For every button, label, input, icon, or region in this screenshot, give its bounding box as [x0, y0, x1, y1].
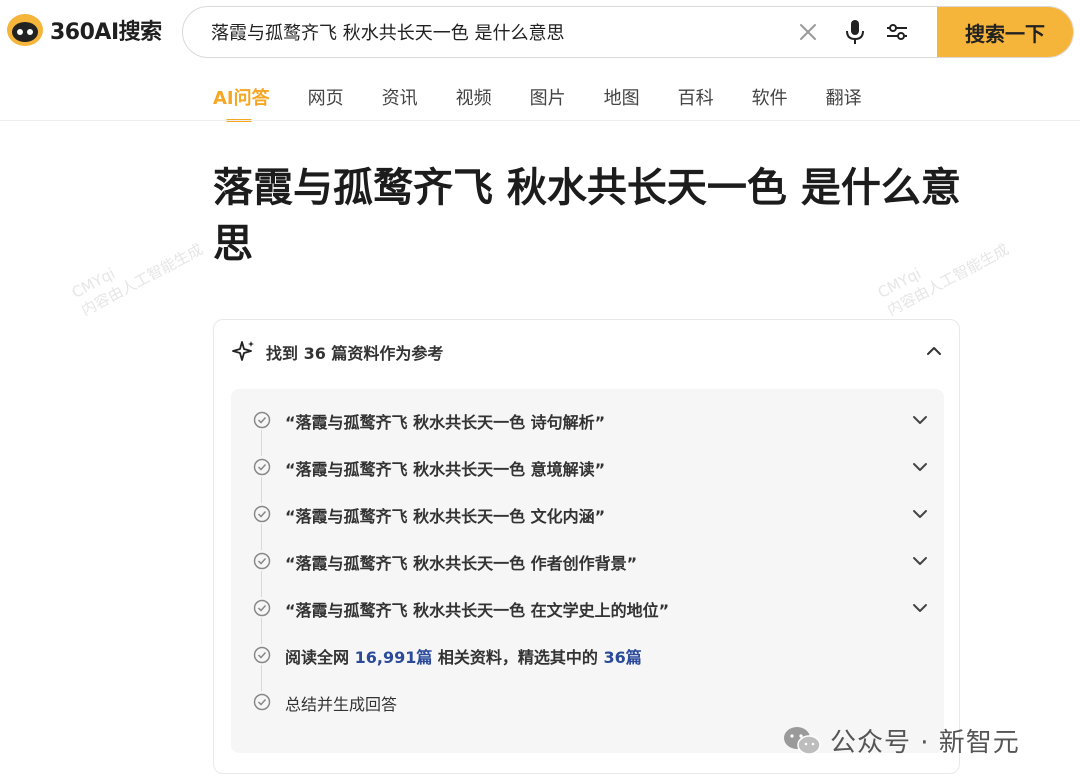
- tab-software[interactable]: 软件: [752, 84, 788, 120]
- search-step[interactable]: “落霞与孤鹜齐飞 秋水共长天一色 作者创作背景”: [231, 546, 944, 597]
- page: 360AI搜索 搜索一下 AI问答 网页 资讯 视频 图片 地图 百科 软件 翻…: [0, 0, 1080, 783]
- search-box: 搜索一下: [182, 6, 1074, 58]
- step-label: “落霞与孤鹜齐飞 秋水共长天一色 意境解读”: [285, 460, 606, 479]
- brand-logo[interactable]: 360AI搜索: [6, 12, 162, 48]
- search-steps-panel: “落霞与孤鹜齐飞 秋水共长天一色 诗句解析” “落霞与孤鹜齐飞 秋水共长天一色 …: [231, 389, 944, 753]
- wechat-icon: [784, 726, 821, 755]
- chevron-down-icon[interactable]: [912, 460, 928, 474]
- step-label: “落霞与孤鹜齐飞 秋水共长天一色 在文学史上的地位”: [285, 601, 670, 620]
- final-step-label: 总结并生成回答: [285, 695, 398, 714]
- selected-count: 36篇: [603, 648, 642, 667]
- references-count-label: 找到 36 篇资料作为参考: [266, 344, 444, 363]
- wechat-watermark: 公众号 · 新智元: [782, 722, 1020, 759]
- search-step[interactable]: “落霞与孤鹜齐飞 秋水共长天一色 文化内涵”: [231, 499, 944, 550]
- chevron-down-icon[interactable]: [912, 507, 928, 521]
- clear-icon[interactable]: [797, 21, 819, 43]
- check-circle-icon: [253, 505, 271, 523]
- search-step[interactable]: “落霞与孤鹜齐飞 秋水共长天一色 在文学史上的地位”: [231, 593, 944, 644]
- check-circle-icon: [253, 552, 271, 570]
- search-step[interactable]: “落霞与孤鹜齐飞 秋水共长天一色 诗句解析”: [231, 405, 944, 456]
- search-step[interactable]: “落霞与孤鹜齐飞 秋水共长天一色 意境解读”: [231, 452, 944, 503]
- search-tabs: AI问答 网页 资讯 视频 图片 地图 百科 软件 翻译: [213, 84, 900, 122]
- chevron-down-icon[interactable]: [912, 554, 928, 568]
- search-input[interactable]: [211, 7, 771, 57]
- filter-icon[interactable]: [885, 21, 909, 43]
- tab-translate[interactable]: 翻译: [826, 84, 862, 120]
- total-count: 16,991篇: [354, 648, 433, 667]
- chevron-down-icon[interactable]: [912, 601, 928, 615]
- tab-web[interactable]: 网页: [308, 84, 344, 120]
- check-circle-icon: [253, 646, 271, 664]
- step-label: “落霞与孤鹜齐飞 秋水共长天一色 诗句解析”: [285, 413, 606, 432]
- chevron-down-icon[interactable]: [912, 413, 928, 427]
- brand-name: 360AI搜索: [50, 20, 162, 45]
- logo-icon: [7, 14, 43, 46]
- tab-ai-qa[interactable]: AI问答: [213, 84, 270, 122]
- read-step-label: 阅读全网 16,991篇 相关资料，精选其中的 36篇: [285, 644, 642, 668]
- tab-video[interactable]: 视频: [456, 84, 492, 120]
- references-card: 找到 36 篇资料作为参考 “落霞与孤鹜齐飞 秋水共长天一色 诗句解析” “落霞…: [213, 319, 960, 774]
- ai-watermark-left: CMYqi 内容由人工智能生成: [68, 240, 206, 320]
- read-prefix: 阅读全网: [285, 648, 350, 667]
- wechat-account-name: 公众号 · 新智元: [830, 728, 1020, 758]
- sparkle-icon: [232, 341, 254, 361]
- microphone-icon[interactable]: [844, 19, 866, 45]
- check-circle-icon: [253, 458, 271, 476]
- check-circle-icon: [253, 693, 271, 711]
- search-button[interactable]: 搜索一下: [937, 7, 1073, 57]
- read-middle: 相关资料，精选其中的: [437, 648, 598, 667]
- references-header[interactable]: 找到 36 篇资料作为参考: [232, 340, 443, 364]
- page-title: 落霞与孤鹜齐飞 秋水共长天一色 是什么意思: [213, 165, 961, 267]
- final-step: 总结并生成回答: [231, 687, 944, 717]
- header-divider: [0, 120, 1080, 121]
- read-step: 阅读全网 16,991篇 相关资料，精选其中的 36篇: [231, 640, 944, 691]
- check-circle-icon: [253, 599, 271, 617]
- tab-encyclopedia[interactable]: 百科: [678, 84, 714, 120]
- tab-images[interactable]: 图片: [530, 84, 566, 120]
- check-circle-icon: [253, 411, 271, 429]
- tab-news[interactable]: 资讯: [382, 84, 418, 120]
- step-label: “落霞与孤鹜齐飞 秋水共长天一色 作者创作背景”: [285, 554, 638, 573]
- tab-map[interactable]: 地图: [604, 84, 640, 120]
- step-label: “落霞与孤鹜齐飞 秋水共长天一色 文化内涵”: [285, 507, 606, 526]
- chevron-up-icon[interactable]: [925, 342, 943, 360]
